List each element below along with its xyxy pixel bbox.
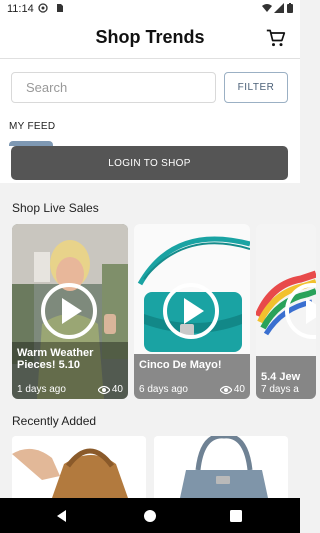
play-icon[interactable] <box>284 282 316 340</box>
page-title: Shop Trends <box>95 27 205 47</box>
view-count: 40 <box>219 384 245 395</box>
live-sales-carousel[interactable]: Warm Weather Pieces! 5.10 1 days ago 40 … <box>12 224 316 400</box>
system-nav-bar <box>0 498 300 533</box>
live-card-title: Warm Weather Pieces! 5.10 <box>17 347 94 371</box>
eye-icon <box>97 385 110 394</box>
eye-icon <box>219 385 232 394</box>
live-card-title: 5.4 Jew <box>261 371 301 383</box>
filter-button[interactable]: FILTER <box>224 72 288 103</box>
battery-icon <box>287 3 293 13</box>
search-field[interactable] <box>11 72 216 103</box>
home-icon[interactable] <box>142 508 158 524</box>
feed-controls: FILTER MY FEED LOGIN TO SHOP <box>0 59 300 183</box>
cart-icon[interactable] <box>266 28 286 48</box>
product-image <box>12 436 146 498</box>
back-icon[interactable] <box>54 508 70 524</box>
play-icon[interactable] <box>40 282 98 340</box>
product-card[interactable] <box>154 436 288 498</box>
live-card-title: Cinco De Mayo! <box>139 359 222 371</box>
search-input[interactable] <box>24 73 208 102</box>
live-card-meta: 1 days ago 40 <box>17 384 123 395</box>
live-card-age: 1 days ago <box>17 384 66 395</box>
section-title-recently-added: Recently Added <box>12 414 97 428</box>
sim-card-icon <box>57 4 63 12</box>
recently-added-list[interactable] <box>12 436 312 498</box>
view-count: 40 <box>97 384 123 395</box>
at-sign-icon <box>38 3 48 13</box>
live-card[interactable]: Cinco De Mayo! 6 days ago 40 <box>134 224 250 399</box>
wifi-icon <box>262 4 272 12</box>
live-card[interactable]: 5.4 Jew 7 days a <box>256 224 316 399</box>
live-card-meta: 6 days ago 40 <box>139 384 245 395</box>
product-image <box>154 436 288 498</box>
recents-icon[interactable] <box>228 508 244 524</box>
status-time: 11:14 <box>7 3 34 15</box>
section-title-live-sales: Shop Live Sales <box>12 201 99 215</box>
login-to-shop-button[interactable]: LOGIN TO SHOP <box>11 146 288 180</box>
live-card[interactable]: Warm Weather Pieces! 5.10 1 days ago 40 <box>12 224 128 399</box>
live-card-views: 40 <box>111 384 123 395</box>
tab-my-feed[interactable]: MY FEED <box>9 121 55 132</box>
status-bar: 11:14 <box>0 0 300 18</box>
live-card-meta: 7 days a <box>261 384 311 395</box>
live-card-age: 7 days a <box>261 384 299 395</box>
app-header: Shop Trends <box>0 18 300 59</box>
signal-icon <box>274 3 284 13</box>
product-card[interactable] <box>12 436 146 498</box>
play-icon[interactable] <box>162 282 220 340</box>
live-card-age: 6 days ago <box>139 384 188 395</box>
live-card-views: 40 <box>233 384 245 395</box>
